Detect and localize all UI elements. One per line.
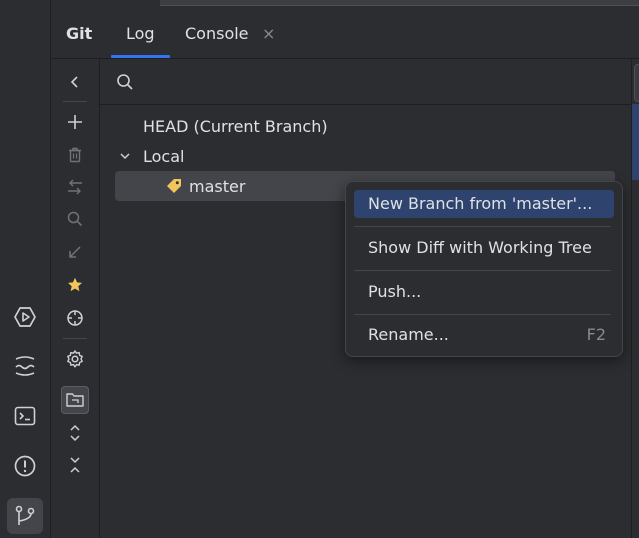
menu-item-push[interactable]: Push... bbox=[354, 278, 614, 306]
tree-item-head[interactable]: HEAD (Current Branch) bbox=[143, 117, 328, 137]
star-icon bbox=[68, 277, 82, 292]
arrow-down-left-icon bbox=[69, 246, 81, 258]
problems-button[interactable] bbox=[7, 448, 43, 484]
menu-separator bbox=[354, 270, 611, 271]
menu-item-label: Rename... bbox=[368, 325, 449, 344]
branches-toolbar bbox=[51, 59, 100, 538]
group-by-directory-icon bbox=[66, 393, 84, 407]
git-branch-icon bbox=[15, 505, 35, 525]
tool-window-header: Git Log Console × bbox=[51, 0, 639, 59]
log-selection-edge bbox=[632, 104, 639, 180]
menu-item-new-branch[interactable]: New Branch from 'master'... bbox=[354, 190, 614, 218]
search-icon bbox=[117, 74, 133, 90]
toolbar-separator bbox=[63, 101, 87, 102]
git-button[interactable] bbox=[7, 498, 43, 534]
compare-branches-button[interactable] bbox=[61, 173, 89, 201]
branch-search-bar bbox=[100, 59, 639, 105]
menu-item-label: Push... bbox=[368, 282, 422, 301]
settings-icon bbox=[67, 350, 83, 368]
menu-separator bbox=[354, 314, 611, 315]
chevron-down-icon[interactable] bbox=[118, 149, 132, 163]
services-icon bbox=[14, 307, 36, 327]
search-icon bbox=[67, 211, 83, 227]
favorite-button[interactable] bbox=[61, 271, 89, 299]
crosshair-icon bbox=[67, 310, 83, 326]
python-console-icon bbox=[15, 356, 35, 376]
update-branch-button[interactable] bbox=[61, 238, 89, 266]
tool-window-title: Git bbox=[66, 24, 93, 43]
tag-icon bbox=[167, 179, 181, 193]
menu-item-rename[interactable]: Rename... F2 bbox=[354, 321, 614, 349]
problems-icon bbox=[14, 455, 36, 477]
trash-icon bbox=[69, 147, 81, 163]
hide-branches-button[interactable] bbox=[61, 68, 89, 96]
active-tab-indicator bbox=[111, 55, 170, 58]
menu-separator bbox=[354, 226, 611, 227]
tree-item-master[interactable]: master bbox=[189, 177, 245, 197]
tool-window-strip bbox=[0, 0, 51, 538]
branch-context-menu: New Branch from 'master'... Show Diff wi… bbox=[345, 181, 623, 357]
terminal-icon bbox=[14, 406, 36, 426]
settings-button[interactable] bbox=[61, 345, 89, 373]
delete-branch-button[interactable] bbox=[61, 141, 89, 169]
tree-item-local[interactable]: Local bbox=[143, 147, 184, 167]
terminal-button[interactable] bbox=[7, 398, 43, 434]
menu-item-show-diff[interactable]: Show Diff with Working Tree bbox=[354, 234, 614, 262]
close-tab-icon[interactable]: × bbox=[262, 24, 275, 43]
editor-top-edge bbox=[160, 0, 639, 6]
services-button[interactable] bbox=[7, 299, 43, 335]
plus-icon bbox=[68, 115, 82, 129]
collapse-all-button[interactable] bbox=[61, 451, 89, 479]
search-input[interactable] bbox=[140, 69, 624, 95]
group-by-directory-button[interactable] bbox=[61, 386, 89, 414]
menu-item-label: Show Diff with Working Tree bbox=[368, 238, 592, 257]
expand-all-button[interactable] bbox=[61, 419, 89, 447]
menu-item-shortcut: F2 bbox=[586, 325, 606, 344]
expand-all-icon bbox=[70, 424, 80, 442]
tab-console[interactable]: Console bbox=[185, 24, 249, 44]
compare-icon bbox=[68, 179, 82, 195]
tab-log[interactable]: Log bbox=[126, 24, 155, 44]
menu-item-label: New Branch from 'master'... bbox=[368, 194, 593, 213]
show-in-log-button[interactable] bbox=[61, 205, 89, 233]
python-console-button[interactable] bbox=[7, 348, 43, 384]
navigate-to-branch-button[interactable] bbox=[61, 304, 89, 332]
new-branch-button[interactable] bbox=[61, 108, 89, 136]
log-panel-edge bbox=[634, 64, 639, 102]
toolbar-separator bbox=[63, 338, 87, 339]
chevron-left-icon bbox=[70, 76, 78, 88]
collapse-all-icon bbox=[70, 457, 80, 473]
